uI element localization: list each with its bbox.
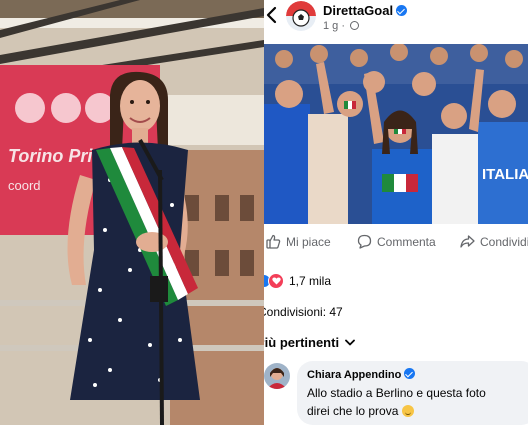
post-header: DirettaGoal 1 g · [264,0,528,44]
share-button[interactable]: Condividi [460,234,528,249]
comment-author[interactable]: Chiara Appendino [307,368,527,381]
globe-icon [350,21,360,30]
smiling-emoji-icon [401,405,414,417]
banner-subtext: coord [8,178,41,193]
post-actions-bar: Mi piace Commenta Condividi [264,230,528,260]
verified-badge-icon [396,5,408,16]
shares-count[interactable]: Condivisioni: 47 [264,305,343,319]
comment-sort-dropdown[interactable]: Più pertinenti [264,335,355,350]
comment-text: Allo stadio a Berlino e questa foto dire… [307,384,503,420]
commenter-avatar[interactable] [264,363,290,389]
facebook-post: DirettaGoal 1 g · ITALIA Mi piace Commen… [264,0,528,425]
share-label[interactable]: Condividi [480,235,528,249]
page-name[interactable]: DirettaGoal [323,3,408,18]
event-photo-illustration: Torino Pride coord [0,0,264,425]
post-photo-illustration: ITALIA [264,44,528,224]
chevron-down-icon [345,339,355,346]
heart-reaction-icon [268,273,284,289]
sort-label[interactable]: Più pertinenti [264,335,339,350]
soccer-ball-logo-icon [286,1,316,31]
page-avatar[interactable] [286,1,316,31]
like-label[interactable]: Mi piace [286,235,331,249]
svg-text:ITALIA: ITALIA [482,166,528,183]
like-button[interactable]: Mi piace [266,234,331,249]
post-timestamp: 1 g · [323,20,360,32]
comment-text-body: Allo stadio a Berlino e questa foto dire… [307,386,486,418]
comment-bubble: Chiara Appendino Allo stadio a Berlino e… [297,361,528,425]
comment-bubble-icon [357,234,372,249]
share-arrow-icon [460,235,475,248]
comment-button[interactable]: Commenta [357,234,436,249]
reactions-count[interactable]: 1,7 mila [289,274,331,288]
comment-label[interactable]: Commenta [377,235,436,249]
reactions-summary[interactable]: 1,7 mila [264,272,331,290]
page-name-text[interactable]: DirettaGoal [323,3,393,18]
comment-author-name[interactable]: Chiara Appendino [307,369,401,381]
thumbs-up-icon [266,234,281,249]
back-chevron-icon[interactable] [265,6,277,24]
commenter-photo [264,363,290,389]
post-photo[interactable]: ITALIA [264,44,528,224]
verified-badge-icon [404,368,416,379]
event-photo: Torino Pride coord [0,0,264,425]
timestamp-text: 1 g · [323,20,349,32]
